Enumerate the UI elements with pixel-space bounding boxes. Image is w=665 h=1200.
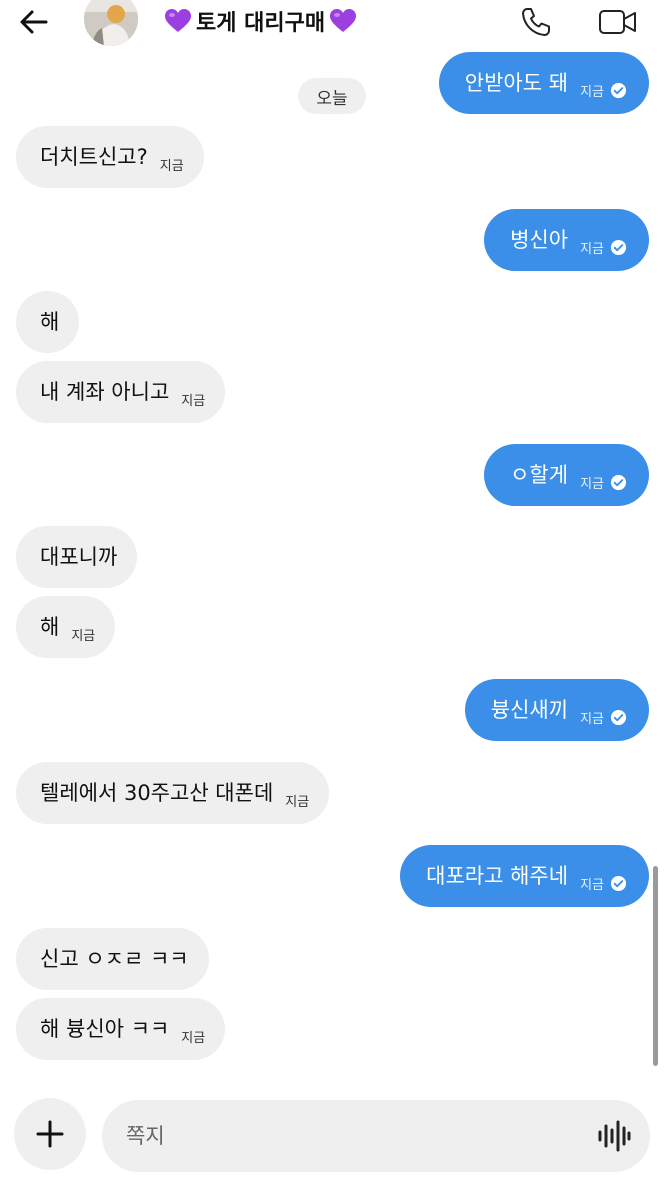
message-bubble-outgoing[interactable]: 안받아도 돼 지금	[438, 52, 649, 114]
message-text: 더치트신고?	[40, 144, 148, 169]
message-time: 지금	[181, 1030, 206, 1046]
check-circle-icon	[610, 875, 627, 891]
message-text: 해	[40, 309, 60, 334]
check-circle-icon	[610, 82, 627, 98]
message-bubble-incoming[interactable]: 텔레에서 30주고산 대폰데 지금	[16, 762, 330, 824]
message-bubble-incoming[interactable]: 더치트신고? 지금	[16, 126, 204, 188]
phone-icon[interactable]	[518, 4, 554, 40]
add-attachment-button[interactable]	[14, 1098, 86, 1170]
check-circle-icon	[610, 239, 627, 255]
check-circle-icon	[610, 709, 627, 725]
purple-heart-icon	[330, 9, 357, 32]
check-circle-icon	[610, 474, 627, 490]
message-text: 대포니까	[40, 544, 118, 569]
message-bubble-incoming[interactable]: 대포니까	[16, 526, 138, 588]
message-bubble-incoming[interactable]: 해 븅신아 ㅋㅋ 지금	[16, 998, 226, 1060]
message-input-box[interactable]	[102, 1100, 650, 1172]
message-text: 대포라고 해주네	[426, 863, 569, 888]
avatar-image	[84, 0, 138, 46]
avatar[interactable]	[84, 0, 138, 46]
message-time: 지금	[580, 241, 604, 257]
message-bubble-incoming[interactable]: 신고 ㅇㅈㄹ ㅋㅋ	[16, 928, 209, 990]
message-text: 신고 ㅇㅈㄹ ㅋㅋ	[40, 946, 189, 971]
purple-heart-icon	[165, 9, 191, 32]
message-list[interactable]: 오늘 안받아도 돼 지금 더치트신고? 지금 병신아 지금 해 내 계좌 아니고…	[0, 0, 665, 1090]
message-bubble-outgoing[interactable]: ㅇ할게 지금	[484, 444, 649, 506]
chat-title-row[interactable]: 토게 대리구매	[160, 6, 361, 36]
message-time: 지금	[580, 476, 604, 492]
scrollbar[interactable]	[653, 866, 658, 1066]
message-time: 지금	[580, 711, 604, 727]
message-time: 지금	[285, 794, 310, 810]
message-bubble-outgoing[interactable]: 대포라고 해주네 지금	[400, 845, 649, 907]
message-input[interactable]	[126, 1116, 566, 1156]
message-bubble-outgoing[interactable]: 병신아 지금	[484, 209, 649, 271]
message-bubble-outgoing[interactable]: 븅신새끼 지금	[464, 679, 649, 741]
arrow-left-icon[interactable]	[16, 4, 52, 40]
message-bubble-incoming[interactable]: 해 지금	[16, 596, 116, 658]
message-time: 지금	[580, 877, 604, 893]
composer	[0, 1090, 665, 1200]
video-camera-icon[interactable]	[598, 4, 638, 40]
message-text: ㅇ할게	[510, 462, 569, 487]
date-divider: 오늘	[298, 78, 366, 114]
message-text: 병신아	[510, 227, 569, 252]
message-time: 지금	[159, 158, 184, 174]
message-bubble-incoming[interactable]: 내 계좌 아니고 지금	[16, 361, 226, 423]
message-time: 지금	[71, 628, 96, 644]
message-text: 해 븅신아 ㅋㅋ	[40, 1016, 170, 1041]
plus-icon	[36, 1120, 64, 1148]
message-text: 안받아도 돼	[464, 70, 569, 95]
message-text: 해	[40, 614, 60, 639]
chat-header: 토게 대리구매	[0, 0, 665, 46]
chat-title: 토게 대리구매	[196, 11, 326, 36]
message-text: 븅신새끼	[490, 697, 569, 722]
message-time: 지금	[181, 393, 206, 409]
message-bubble-incoming[interactable]: 해	[16, 291, 80, 353]
message-text: 텔레에서 30주고산 대폰데	[40, 780, 274, 805]
audio-wave-icon[interactable]	[596, 1118, 632, 1154]
message-time: 지금	[580, 84, 604, 100]
message-text: 내 계좌 아니고	[40, 379, 170, 404]
